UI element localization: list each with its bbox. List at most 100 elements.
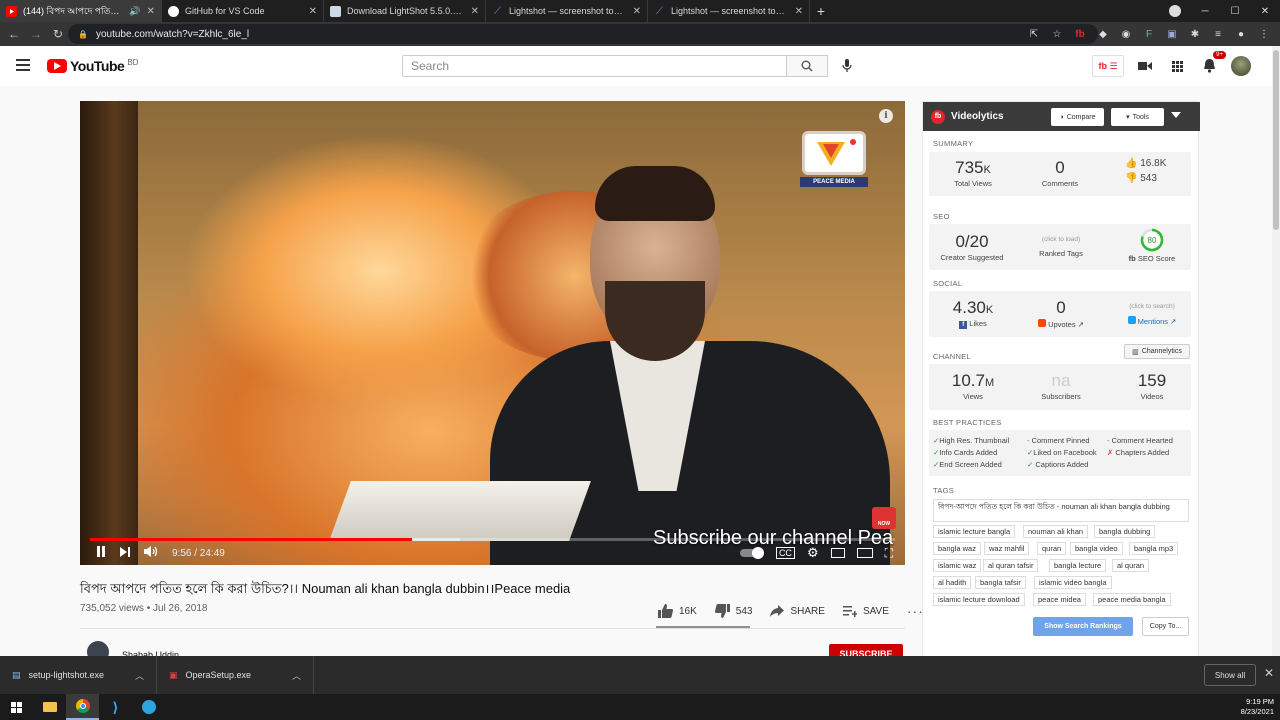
cast-icon[interactable]: ⇱ bbox=[1024, 24, 1044, 44]
extension-icon[interactable]: F bbox=[1139, 24, 1159, 44]
subscribe-now-badge[interactable]: NOW bbox=[872, 507, 896, 529]
chevron-up-icon[interactable]: ︿ bbox=[292, 669, 301, 682]
hamburger-menu-icon[interactable] bbox=[16, 59, 30, 71]
tag-chip[interactable]: bangla mp3 bbox=[1129, 542, 1179, 555]
show-search-rankings-button[interactable]: Show Search Rankings bbox=[1033, 617, 1133, 636]
close-tab-icon[interactable]: ✕ bbox=[471, 6, 479, 17]
create-video-icon[interactable] bbox=[1134, 55, 1156, 77]
video-player[interactable]: PEACE MEDIA i Subscribe our channel Pea … bbox=[80, 101, 905, 565]
subtitles-icon[interactable]: CC bbox=[775, 547, 795, 559]
extension-icon[interactable]: ◆ bbox=[1093, 24, 1113, 44]
save-button[interactable]: SAVE bbox=[842, 605, 889, 617]
audio-icon[interactable]: 🔊 bbox=[129, 6, 140, 17]
menu-dots-icon[interactable]: ⋮ bbox=[1254, 24, 1274, 44]
tag-chip[interactable]: bangla video bbox=[1070, 542, 1123, 555]
tag-chip[interactable]: islamic waz bbox=[933, 559, 982, 572]
channel-subscribers-label: Subscribers bbox=[1041, 392, 1081, 401]
tag-chip[interactable]: nouman ali khan bbox=[1023, 525, 1089, 538]
title-tag[interactable]: বিপদ-আপদে পতিত হলে কি করা উচিত - nouman … bbox=[933, 499, 1189, 522]
chrome-taskbar-icon[interactable] bbox=[66, 694, 99, 720]
tag-chip[interactable]: waz mahfil bbox=[984, 542, 1030, 555]
volume-icon[interactable] bbox=[144, 546, 158, 560]
file-explorer-icon[interactable] bbox=[33, 694, 66, 720]
search-button[interactable] bbox=[786, 55, 828, 77]
avatar-icon[interactable]: ● bbox=[1231, 24, 1251, 44]
ranked-tags-stat[interactable]: (click to load) Ranked Tags bbox=[1025, 236, 1097, 258]
close-tab-icon[interactable]: ✕ bbox=[147, 6, 155, 17]
voice-search-button[interactable] bbox=[836, 55, 858, 77]
reddit-upvotes-stat[interactable]: 0 Upvotes ↗ bbox=[1025, 298, 1097, 329]
chevron-up-icon[interactable]: ︿ bbox=[135, 669, 144, 682]
close-downloads-icon[interactable]: ✕ bbox=[1264, 666, 1274, 680]
autoplay-toggle-icon[interactable] bbox=[739, 547, 764, 559]
tab-github[interactable]: GitHub for VS Code ✕ bbox=[162, 0, 324, 22]
puzzle-icon[interactable]: ✱ bbox=[1185, 24, 1205, 44]
videolytics-button[interactable]: fb ☰ bbox=[1092, 55, 1124, 77]
apps-grid-icon[interactable] bbox=[1166, 55, 1188, 77]
tab-download-lightshot[interactable]: Download LightShot 5.5.0.7 - free ✕ bbox=[324, 0, 486, 22]
tab-lightshot-1[interactable]: ⟋ Lightshot — screenshot tool for ✕ bbox=[486, 0, 648, 22]
star-icon[interactable]: ☆ bbox=[1047, 24, 1067, 44]
settings-gear-icon[interactable]: ⚙ bbox=[807, 545, 819, 561]
camera-icon[interactable]: ◉ bbox=[1116, 24, 1136, 44]
vscode-taskbar-icon[interactable]: ⟩ bbox=[99, 694, 132, 720]
close-tab-icon[interactable]: ✕ bbox=[633, 6, 641, 17]
tag-chip[interactable]: islamic video bangla bbox=[1034, 576, 1112, 589]
address-bar[interactable]: 🔒 youtube.com/watch?v=Zkhlc_6le_l bbox=[68, 24, 1098, 44]
tag-chip[interactable]: peace midea bbox=[1033, 593, 1086, 606]
tag-chip[interactable]: peace media bangla bbox=[1093, 593, 1171, 606]
tag-chip[interactable]: bangla dubbing bbox=[1094, 525, 1156, 538]
search-input[interactable]: Search bbox=[402, 55, 787, 77]
tag-chip[interactable]: al quran tafsir bbox=[983, 559, 1039, 572]
media-icon[interactable]: ≡ bbox=[1208, 24, 1228, 44]
page-scrollbar[interactable] bbox=[1272, 46, 1280, 656]
next-icon[interactable] bbox=[120, 546, 130, 560]
tag-chip[interactable]: bangla waz bbox=[933, 542, 981, 555]
tag-chip[interactable]: quran bbox=[1037, 542, 1067, 555]
download-item[interactable]: ▣ OperaSetup.exe ︿ bbox=[157, 656, 314, 694]
tab-lightshot-2[interactable]: ⟋ Lightshot — screenshot tool for ✕ bbox=[648, 0, 810, 22]
profile-circle-icon[interactable] bbox=[1160, 0, 1190, 22]
tab-youtube[interactable]: (144) বিপদ আপদে পতিত হলে 🔊 ✕ bbox=[0, 0, 162, 22]
videolytics-extension-icon[interactable]: fb bbox=[1070, 24, 1090, 44]
tag-chip[interactable]: al quran bbox=[1112, 559, 1150, 572]
tools-button[interactable]: ▾ Tools bbox=[1111, 108, 1164, 126]
twitter-mentions-stat[interactable]: (click to search) Mentions ↗ bbox=[1117, 303, 1187, 326]
close-tab-icon[interactable]: ✕ bbox=[795, 6, 803, 17]
forward-icon[interactable]: → bbox=[25, 23, 47, 45]
info-icon[interactable]: i bbox=[879, 109, 893, 123]
copy-to-button[interactable]: Copy To... bbox=[1142, 617, 1189, 636]
miniplayer-icon[interactable] bbox=[830, 548, 845, 558]
fullscreen-icon[interactable]: ⛶ bbox=[885, 546, 893, 561]
tag-chip[interactable]: islamic lecture bangla bbox=[933, 525, 1016, 538]
youtube-logo[interactable]: YouTube BD bbox=[47, 58, 138, 74]
telegram-taskbar-icon[interactable] bbox=[132, 694, 165, 720]
show-all-button[interactable]: Show all bbox=[1204, 664, 1256, 686]
pause-icon[interactable] bbox=[96, 546, 106, 560]
close-window-icon[interactable]: ✕ bbox=[1250, 0, 1280, 22]
maximize-icon[interactable]: ☐ bbox=[1220, 0, 1250, 22]
theater-mode-icon[interactable] bbox=[856, 548, 873, 558]
share-button[interactable]: SHARE bbox=[770, 605, 825, 617]
windows-start-icon[interactable] bbox=[0, 694, 33, 720]
new-tab-button[interactable]: + bbox=[810, 0, 832, 22]
account-avatar[interactable] bbox=[1230, 55, 1252, 77]
reload-icon[interactable]: ↻ bbox=[47, 23, 69, 45]
tag-chip[interactable]: al hadith bbox=[933, 576, 972, 589]
tag-chip[interactable]: bangla tafsir bbox=[975, 576, 1026, 589]
collapse-caret-icon[interactable] bbox=[1171, 112, 1181, 118]
download-item[interactable]: ▤ setup-lightshot.exe ︿ bbox=[0, 656, 157, 694]
minimize-icon[interactable]: ─ bbox=[1190, 0, 1220, 22]
close-tab-icon[interactable]: ✕ bbox=[309, 6, 317, 17]
like-button[interactable]: 16K bbox=[658, 604, 697, 618]
dislike-button[interactable]: 543 bbox=[714, 604, 752, 618]
system-clock[interactable]: 9:19 PM 8/23/2021 bbox=[1241, 697, 1274, 717]
back-icon[interactable]: ← bbox=[3, 23, 25, 45]
channelytics-button[interactable]: ▥ Channelytics bbox=[1124, 344, 1190, 359]
extension-icon[interactable]: ▣ bbox=[1162, 24, 1182, 44]
scrollbar-thumb[interactable] bbox=[1273, 50, 1279, 230]
tag-chip[interactable]: islamic lecture download bbox=[933, 593, 1025, 606]
compare-button[interactable]: ◑ Compare bbox=[1051, 108, 1104, 126]
notifications-bell-icon[interactable]: 9+ bbox=[1198, 51, 1226, 77]
tag-chip[interactable]: bangla lecture bbox=[1049, 559, 1107, 572]
